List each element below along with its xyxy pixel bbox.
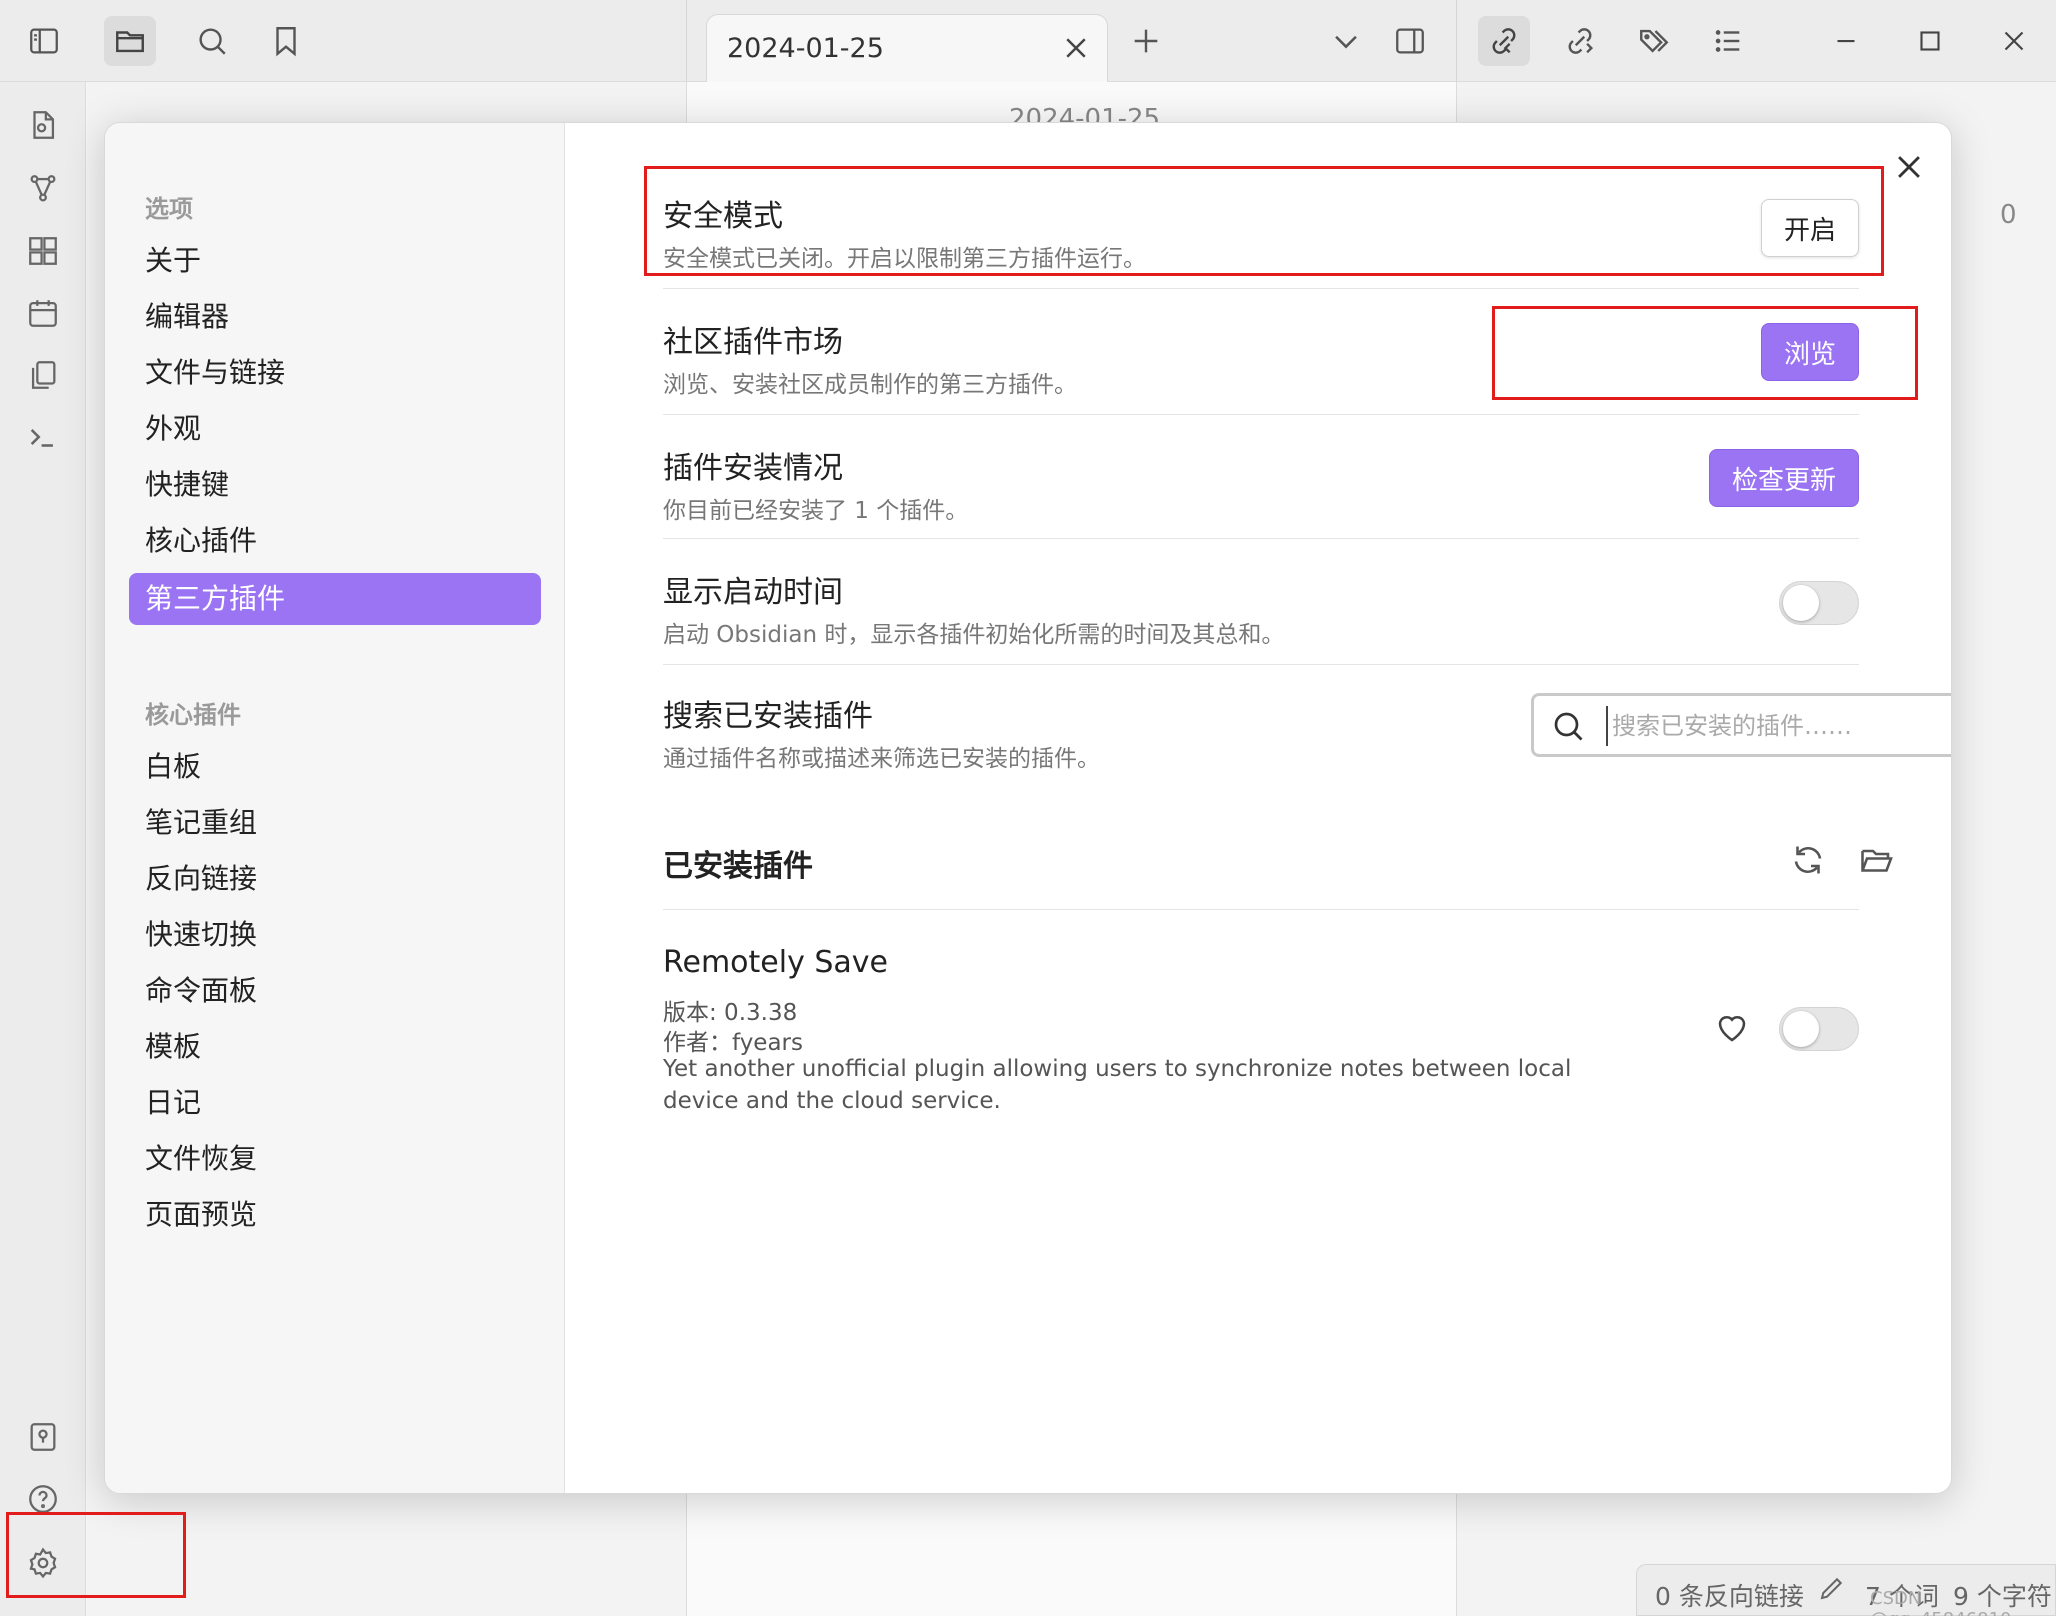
backlink-count: 0 bbox=[2000, 200, 2017, 230]
search-icon bbox=[1554, 712, 1583, 741]
startup-time-desc: 启动 Obsidian 时，显示各插件初始化所需的时间及其总和。 bbox=[663, 622, 1285, 648]
safe-mode-name: 安全模式 bbox=[663, 199, 783, 234]
bookmark-icon[interactable] bbox=[260, 16, 312, 66]
open-plugins-folder-icon[interactable] bbox=[1855, 839, 1897, 881]
toggle-right-sidebar-icon[interactable] bbox=[1384, 16, 1436, 66]
edit-mode-icon[interactable] bbox=[1817, 1573, 1847, 1609]
search-icon[interactable] bbox=[186, 16, 238, 66]
left-ribbon bbox=[0, 82, 86, 1616]
heart-icon[interactable] bbox=[1711, 1007, 1753, 1049]
settings-sidebar: 选项 关于 编辑器 文件与链接 外观 快捷键 核心插件 第三方插件 核心插件 白… bbox=[105, 123, 565, 1493]
sidebar-item-canvas[interactable]: 白板 bbox=[129, 741, 541, 793]
plugin-name: Remotely Save bbox=[663, 945, 889, 980]
plugin-description: Yet another unofficial plugin allowing u… bbox=[663, 1056, 1572, 1114]
setting-community-market: 社区插件市场 浏览、安装社区成员制作的第三方插件。 浏览 bbox=[663, 289, 1860, 415]
chevron-down-icon[interactable] bbox=[1320, 16, 1372, 66]
search-installed-desc: 通过插件名称或描述来筛选已安装的插件。 bbox=[663, 746, 1100, 772]
sidebar-item-files-links[interactable]: 文件与链接 bbox=[129, 347, 541, 399]
sidebar-item-templates[interactable]: 模板 bbox=[129, 1021, 541, 1073]
check-updates-button[interactable]: 检查更新 bbox=[1709, 449, 1860, 507]
sidebar-item-note-composer[interactable]: 笔记重组 bbox=[129, 797, 541, 849]
graph-view-icon[interactable] bbox=[22, 168, 64, 210]
calendar-icon[interactable] bbox=[22, 292, 64, 334]
core-plugins-heading: 核心插件 bbox=[145, 701, 241, 729]
sidebar-item-page-preview[interactable]: 页面预览 bbox=[129, 1189, 541, 1241]
tags-icon[interactable] bbox=[1628, 16, 1680, 66]
startup-time-toggle[interactable] bbox=[1779, 581, 1859, 625]
copy-icon[interactable] bbox=[22, 354, 64, 396]
plugin-version: 版本: 0.3.38 bbox=[663, 1000, 798, 1026]
safe-mode-desc: 安全模式已关闭。开启以限制第三方插件运行。 bbox=[663, 246, 1146, 272]
toggle-left-sidebar-icon[interactable] bbox=[18, 16, 70, 66]
outgoing-links-icon[interactable] bbox=[1554, 16, 1606, 66]
folder-icon[interactable] bbox=[104, 16, 156, 66]
sidebar-item-core-plugins[interactable]: 核心插件 bbox=[129, 515, 541, 567]
startup-time-name: 显示启动时间 bbox=[663, 575, 843, 610]
close-window-icon[interactable] bbox=[1988, 16, 2040, 66]
sidebar-item-daily-notes[interactable]: 日记 bbox=[129, 1077, 541, 1129]
plugin-enable-toggle[interactable] bbox=[1779, 1007, 1859, 1051]
tab-note[interactable]: 2024-01-25 bbox=[706, 14, 1108, 82]
sidebar-item-community-plugins[interactable]: 第三方插件 bbox=[129, 573, 541, 625]
outline-icon[interactable] bbox=[1702, 16, 1754, 66]
options-heading: 选项 bbox=[145, 195, 193, 223]
help-icon[interactable] bbox=[22, 1478, 64, 1520]
backlinks-icon[interactable] bbox=[1478, 16, 1530, 66]
maximize-icon[interactable] bbox=[1904, 16, 1956, 66]
browse-button[interactable]: 浏览 bbox=[1761, 323, 1860, 381]
setting-startup-time: 显示启动时间 启动 Obsidian 时，显示各插件初始化所需的时间及其总和。 bbox=[663, 539, 1859, 665]
install-status-name: 插件安装情况 bbox=[663, 451, 843, 486]
setting-safe-mode: 安全模式 安全模式已关闭。开启以限制第三方插件运行。 开启 bbox=[663, 163, 1860, 289]
reload-plugins-icon[interactable] bbox=[1787, 839, 1829, 881]
divider bbox=[663, 909, 1859, 910]
tab-title: 2024-01-25 bbox=[727, 33, 884, 64]
sidebar-item-appearance[interactable]: 外观 bbox=[129, 403, 541, 455]
close-tab-icon[interactable] bbox=[1059, 31, 1093, 65]
install-status-desc: 你目前已经安装了 1 个插件。 bbox=[663, 498, 969, 524]
search-installed-name: 搜索已安装插件 bbox=[663, 699, 873, 734]
sidebar-item-about[interactable]: 关于 bbox=[129, 235, 541, 287]
settings-gear-icon[interactable] bbox=[22, 1542, 64, 1584]
sidebar-item-command-palette[interactable]: 命令面板 bbox=[129, 965, 541, 1017]
new-tab-icon[interactable] bbox=[1120, 16, 1172, 66]
settings-modal: 选项 关于 编辑器 文件与链接 外观 快捷键 核心插件 第三方插件 核心插件 白… bbox=[104, 122, 1952, 1494]
open-quick-switcher-icon[interactable] bbox=[22, 104, 64, 146]
sidebar-item-editor[interactable]: 编辑器 bbox=[129, 291, 541, 343]
minimize-icon[interactable] bbox=[1820, 16, 1872, 66]
community-market-desc: 浏览、安装社区成员制作的第三方插件。 bbox=[663, 372, 1077, 398]
terminal-icon[interactable] bbox=[22, 416, 64, 458]
plugin-search-input[interactable] bbox=[1606, 706, 1946, 746]
canvas-icon[interactable] bbox=[22, 230, 64, 272]
plugin-search-box[interactable] bbox=[1531, 693, 1951, 757]
setting-install-status: 插件安装情况 你目前已经安装了 1 个插件。 检查更新 bbox=[663, 415, 1860, 539]
safe-mode-button[interactable]: 开启 bbox=[1761, 199, 1860, 257]
status-backlinks[interactable]: 0 条反向链接 bbox=[1655, 1577, 1804, 1613]
plugin-author: 作者：fyears bbox=[663, 1030, 803, 1056]
sidebar-item-file-recovery[interactable]: 文件恢复 bbox=[129, 1133, 541, 1185]
sidebar-item-quick-switcher[interactable]: 快速切换 bbox=[129, 909, 541, 961]
watermark: CSDN @qq_45846810 bbox=[1870, 1588, 2011, 1616]
installed-plugins-title: 已安装插件 bbox=[663, 849, 813, 884]
close-modal-icon[interactable] bbox=[1887, 145, 1931, 189]
community-market-name: 社区插件市场 bbox=[663, 325, 843, 360]
sidebar-item-backlinks[interactable]: 反向链接 bbox=[129, 853, 541, 905]
sidebar-item-hotkeys[interactable]: 快捷键 bbox=[129, 459, 541, 511]
vault-icon[interactable] bbox=[22, 1416, 64, 1458]
title-bar: 2024-01-25 bbox=[0, 0, 2056, 82]
